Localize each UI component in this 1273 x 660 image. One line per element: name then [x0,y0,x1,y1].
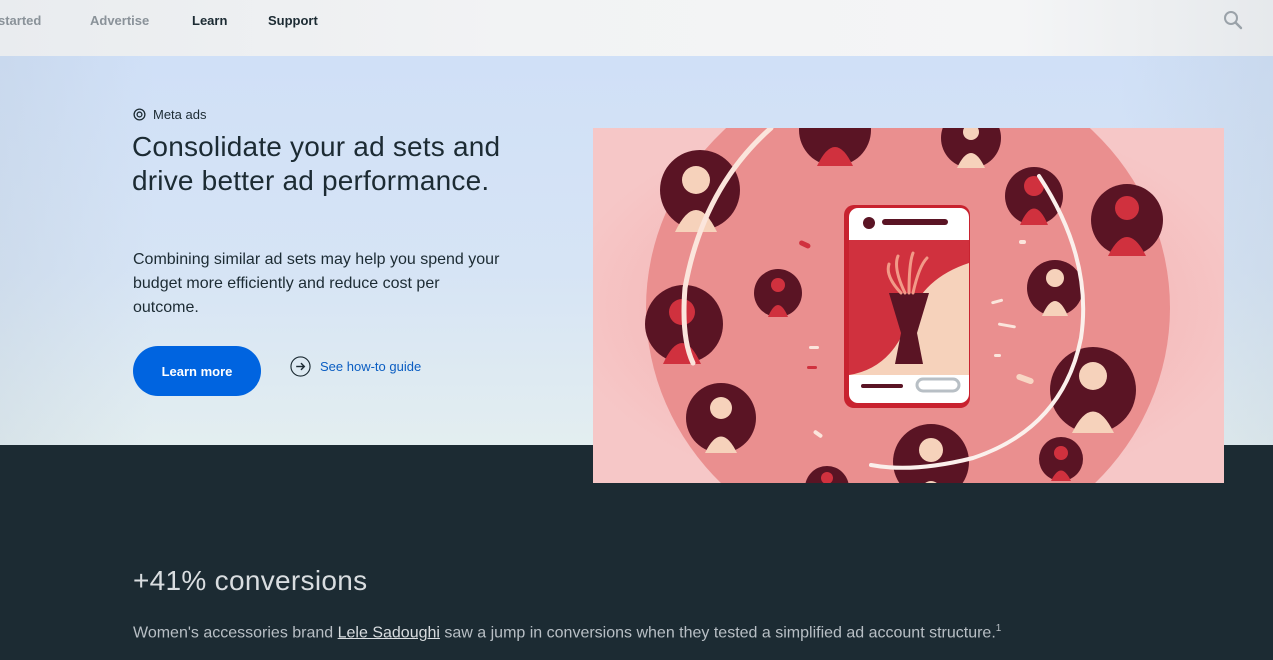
top-navigation: started Advertise Learn Support [0,0,1273,56]
nav-item-support[interactable]: Support [268,13,318,28]
hero-description: Combining similar ad sets may help you s… [133,251,500,316]
nav-item-learn[interactable]: Learn [192,13,227,28]
how-to-guide-link[interactable]: See how-to guide [290,356,421,377]
stat-title: +41% conversions [133,565,368,596]
phone-illustration [844,205,970,408]
hero-illustration [593,128,1224,483]
page-title: Consolidate your ad sets and drive bette… [132,131,501,196]
arrow-circle-icon [290,356,311,377]
stat-text-before: Women's accessories brand [133,624,338,642]
search-icon[interactable] [1223,10,1243,30]
stat-text-after: saw a jump in conversions when they test… [439,624,996,642]
eyebrow: Meta ads [133,107,206,122]
brand-link[interactable]: Lele Sadoughi [338,624,440,641]
how-to-guide-label: See how-to guide [320,359,422,374]
footnote-marker[interactable]: 1 [996,623,1002,634]
eyebrow-label: Meta ads [153,107,207,122]
meta-ads-icon [133,108,146,121]
nav-item-advertise[interactable]: Advertise [90,13,149,28]
nav-item-get-started[interactable]: started [0,13,41,28]
learn-more-button[interactable]: Learn more [133,346,261,396]
stat-description: Women's accessories brand Lele Sadoughi … [133,617,1033,645]
